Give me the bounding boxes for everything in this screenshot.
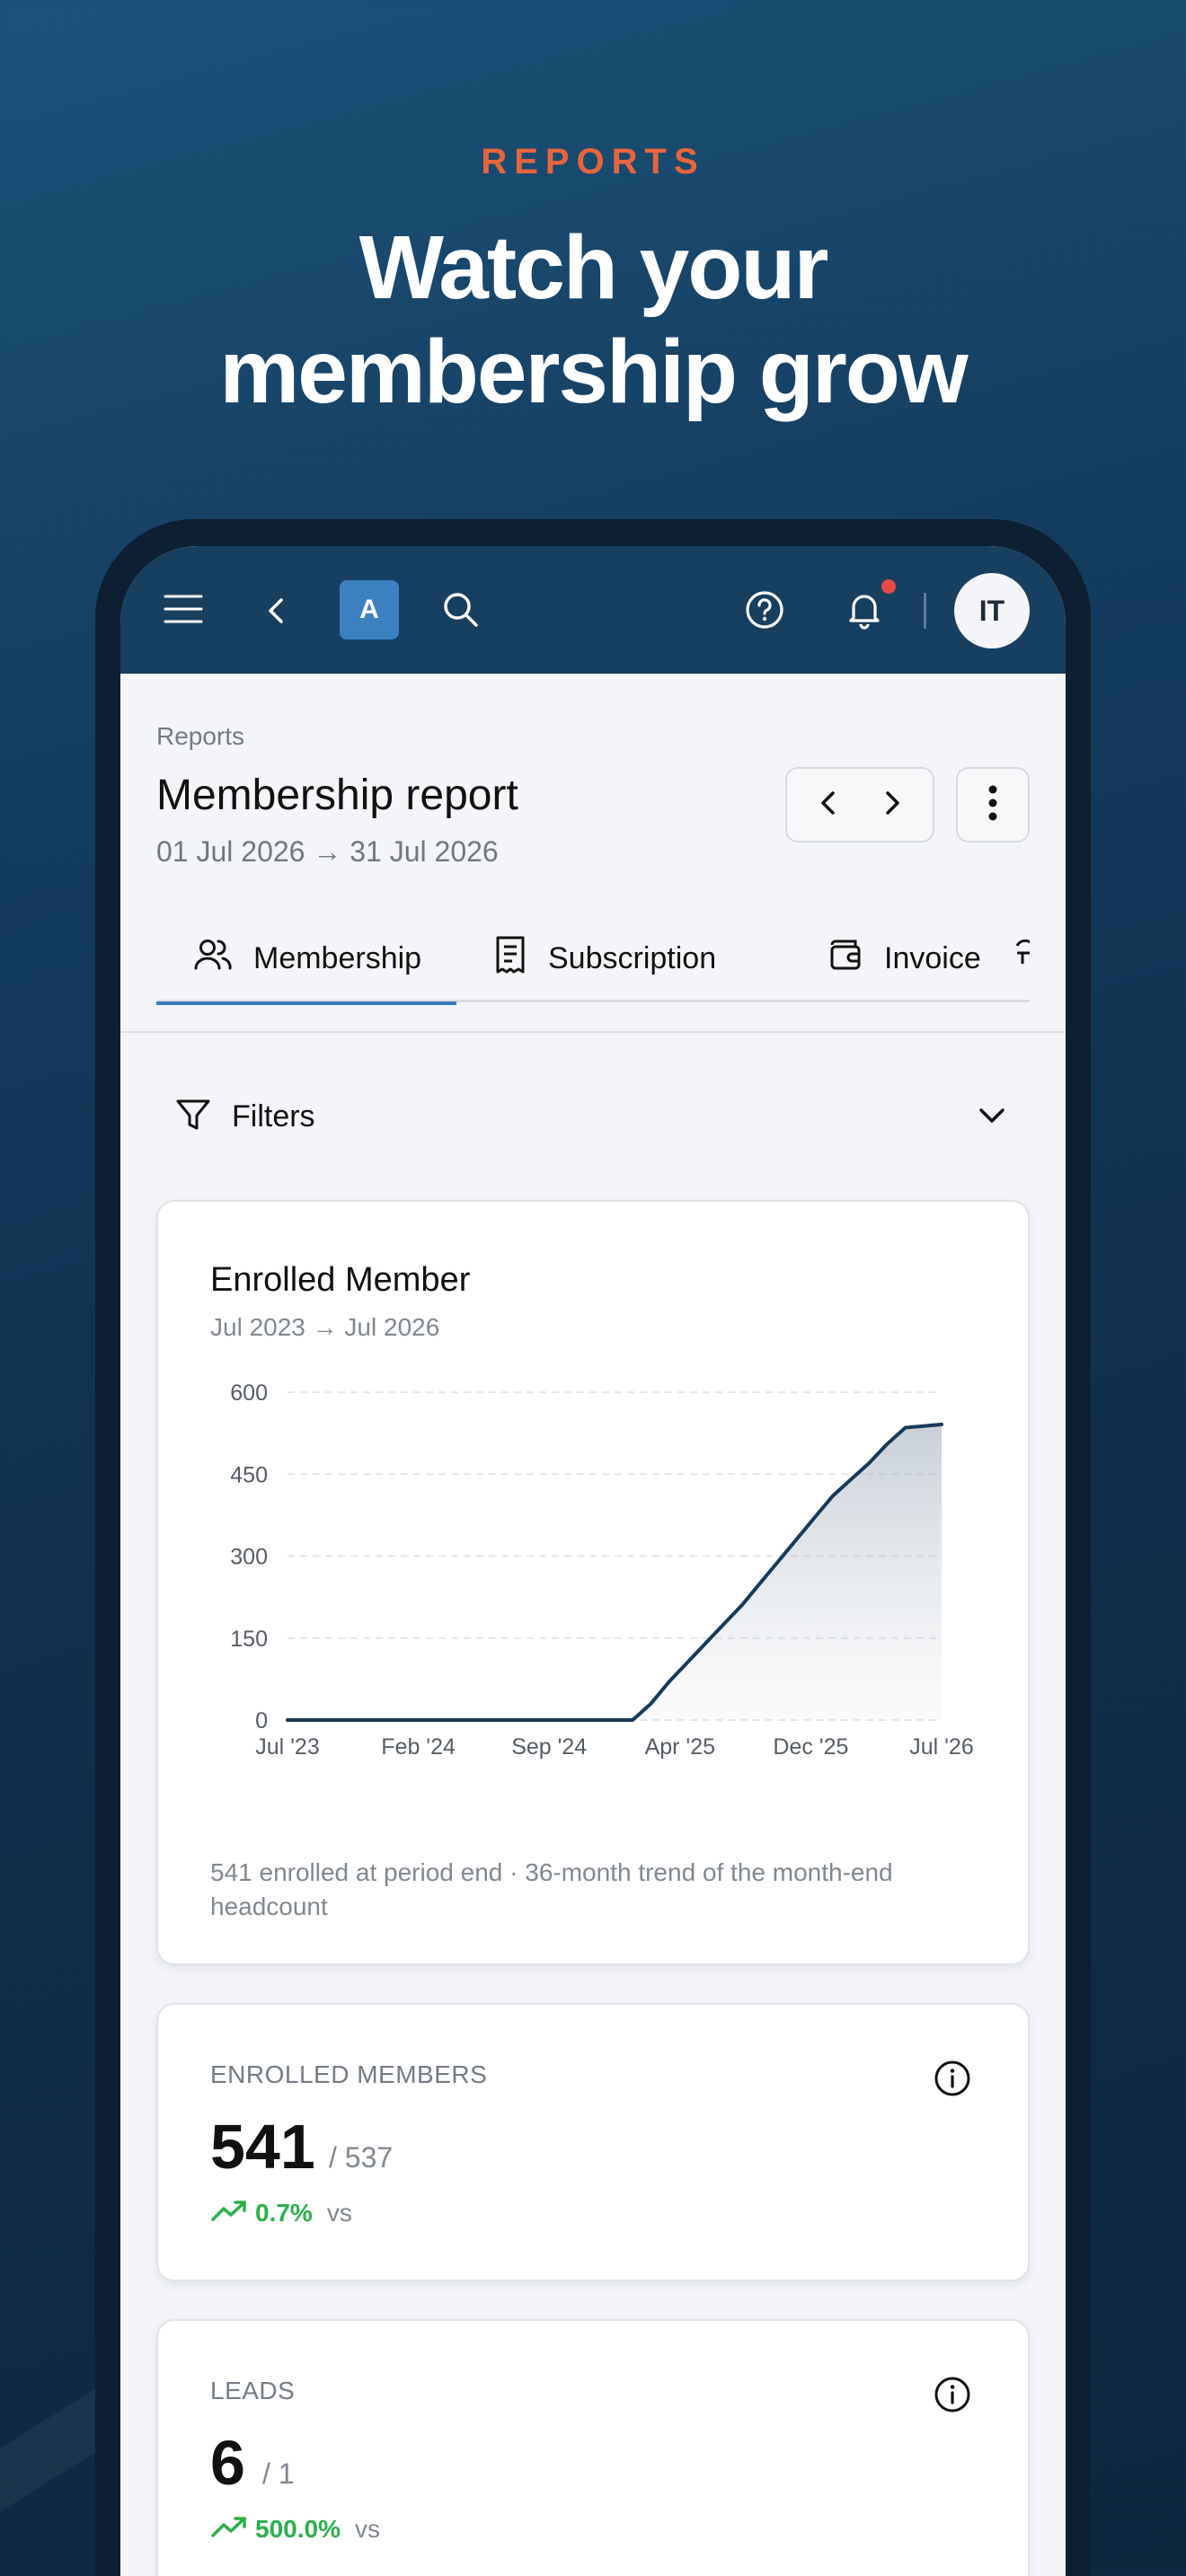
stat-card-enrolled-members: ENROLLED MEMBERS 541 / 537 0.7% vs xyxy=(156,2003,1030,2281)
enrolled-member-chart: 0 150 300 450 600 Jul '23 Feb '24 Sep '24 Apr '… xyxy=(230,1381,973,1760)
y-tick-label: 0 xyxy=(255,1708,268,1734)
previous-period-icon[interactable] xyxy=(810,785,846,825)
x-tick-label: Feb '24 xyxy=(381,1734,456,1760)
help-icon[interactable] xyxy=(742,587,787,632)
stat-vs: vs xyxy=(326,2198,352,2227)
wallet-icon xyxy=(827,936,864,982)
stat-vs: vs xyxy=(354,2514,380,2543)
tab-label: Invoice xyxy=(884,940,981,975)
promo-title: Watch your membership grow xyxy=(0,216,1186,424)
stat-value: 541 xyxy=(210,2112,315,2182)
menu-icon[interactable] xyxy=(162,591,205,627)
chart-caption: 541 enrolled at period end · 36-month tr… xyxy=(210,1858,893,1920)
more-vertical-icon xyxy=(987,783,998,827)
period-pager xyxy=(785,767,934,842)
app-screen: A IT Reports Membership report 01 Jul 20… xyxy=(120,546,1066,2576)
trend-up-icon xyxy=(210,2513,250,2545)
filters-toggle[interactable]: Filters xyxy=(174,1076,1028,1157)
tab-label: Subscription xyxy=(548,940,717,975)
search-icon[interactable] xyxy=(438,587,483,632)
chart-area-fill xyxy=(633,1424,942,1720)
section-divider xyxy=(120,1031,1066,1033)
users-icon xyxy=(192,934,234,984)
more-options-button[interactable] xyxy=(956,767,1030,842)
breadcrumb[interactable]: Reports xyxy=(156,722,244,751)
report-tabs: Membership Subscription Invoice xyxy=(156,914,1030,1005)
app-switcher-badge[interactable]: A xyxy=(340,580,399,640)
x-tick-label: Apr '25 xyxy=(645,1734,715,1760)
enrolled-member-chart-card: Enrolled Member Jul 2023 → Jul 2026 0 150… xyxy=(156,1200,1030,1965)
stat-trend: 500.0% vs xyxy=(210,2513,380,2545)
tab-invoice[interactable]: Invoice xyxy=(827,914,981,1002)
chart-range: Jul 2023 → Jul 2026 xyxy=(210,1313,440,1341)
y-tick-label: 600 xyxy=(230,1381,268,1406)
promo-eyebrow: REPORTS xyxy=(481,142,705,181)
tab-membership[interactable]: Membership xyxy=(156,914,456,1005)
back-icon[interactable] xyxy=(257,591,296,631)
filters-label: Filters xyxy=(232,1098,315,1134)
x-tick-label: Dec '25 xyxy=(773,1734,848,1760)
avatar[interactable]: IT xyxy=(954,573,1030,648)
x-tick-label: Jul '23 xyxy=(255,1734,319,1760)
chart-title: Enrolled Member xyxy=(210,1261,471,1299)
appbar-separator xyxy=(924,593,926,629)
x-tick-label: Sep '24 xyxy=(511,1734,587,1760)
notification-dot xyxy=(879,577,898,596)
next-period-icon[interactable] xyxy=(874,785,910,825)
promo-title-line2: membership grow xyxy=(219,322,968,422)
filter-icon xyxy=(174,1096,212,1138)
info-icon[interactable] xyxy=(933,2375,972,2419)
tab-overflow-partial[interactable] xyxy=(1010,914,1030,1002)
page-title: Membership report xyxy=(156,772,518,819)
receipt-icon xyxy=(492,934,528,984)
stat-target: / 1 xyxy=(262,2457,295,2490)
partial-tab-icon xyxy=(1010,937,1030,981)
stat-label: LEADS xyxy=(210,2377,296,2404)
stat-target: / 537 xyxy=(329,2141,394,2174)
page-date-range: 01 Jul 2026 → 31 Jul 2026 xyxy=(156,835,499,868)
promo-title-line1: Watch your xyxy=(358,217,829,318)
y-tick-label: 150 xyxy=(230,1627,268,1652)
tab-label: Membership xyxy=(253,940,422,975)
y-tick-label: 450 xyxy=(230,1462,268,1487)
tab-subscription[interactable]: Subscription xyxy=(492,914,716,1002)
chevron-down-icon xyxy=(974,1098,1010,1138)
stat-trend: 0.7% vs xyxy=(210,2197,352,2228)
info-icon[interactable] xyxy=(933,2059,972,2103)
stat-label: ENROLLED MEMBERS xyxy=(210,2060,488,2088)
app-bar: A IT xyxy=(120,546,1066,674)
stat-change: 500.0% xyxy=(255,2514,341,2543)
trend-up-icon xyxy=(210,2197,250,2228)
y-tick-label: 300 xyxy=(230,1545,268,1570)
stat-change: 0.7% xyxy=(255,2198,313,2227)
stat-value: 6 xyxy=(210,2428,245,2498)
x-tick-label: Jul '26 xyxy=(909,1734,973,1760)
stat-card-leads: LEADS 6 / 1 500.0% vs xyxy=(156,2319,1030,2576)
